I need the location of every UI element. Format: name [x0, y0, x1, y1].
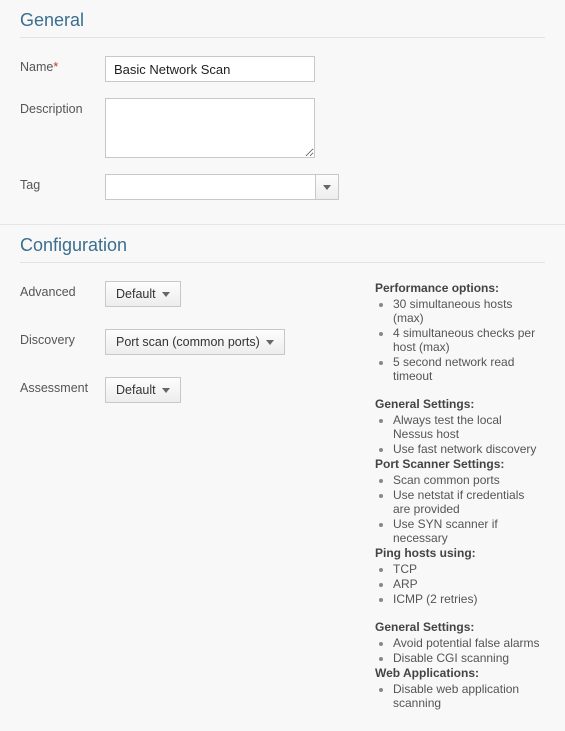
- assessment-row: Assessment Default: [20, 377, 375, 403]
- chevron-down-icon: [323, 185, 331, 190]
- chevron-down-icon: [266, 340, 274, 345]
- description-label: Description: [20, 98, 105, 116]
- configuration-info: Performance options: 30 simultaneous hos…: [375, 281, 545, 711]
- tag-label: Tag: [20, 174, 105, 192]
- advanced-select[interactable]: Default: [105, 281, 181, 307]
- general-settings-heading-2: General Settings:: [375, 620, 545, 634]
- configuration-heading: Configuration: [20, 235, 545, 263]
- tag-input[interactable]: [105, 174, 315, 200]
- list-item: 30 simultaneous hosts (max): [393, 297, 545, 325]
- list-item: 4 simultaneous checks per host (max): [393, 326, 545, 354]
- list-item: Avoid potential false alarms: [393, 636, 545, 650]
- discovery-select[interactable]: Port scan (common ports): [105, 329, 285, 355]
- ping-hosts-heading: Ping hosts using:: [375, 546, 545, 560]
- general-section: General Name* Description Tag: [0, 0, 565, 220]
- advanced-label: Advanced: [20, 281, 105, 299]
- description-row: Description: [20, 98, 545, 158]
- assessment-select[interactable]: Default: [105, 377, 181, 403]
- list-item: Always test the local Nessus host: [393, 413, 545, 441]
- performance-heading: Performance options:: [375, 281, 545, 295]
- discovery-label: Discovery: [20, 329, 105, 347]
- assessment-select-value: Default: [116, 383, 156, 397]
- general-settings-block-1: General Settings: Always test the local …: [375, 397, 545, 456]
- general-settings-block-2: General Settings: Avoid potential false …: [375, 620, 545, 665]
- list-item: Disable web application scanning: [393, 682, 545, 710]
- web-applications-block: Web Applications: Disable web applicatio…: [375, 666, 545, 710]
- configuration-section: Configuration Advanced Default Discovery…: [0, 224, 565, 731]
- port-scanner-list: Scan common ports Use netstat if credent…: [375, 473, 545, 545]
- web-applications-list: Disable web application scanning: [375, 682, 545, 710]
- list-item: 5 second network read timeout: [393, 355, 545, 383]
- advanced-select-value: Default: [116, 287, 156, 301]
- chevron-down-icon: [162, 292, 170, 297]
- performance-options-block: Performance options: 30 simultaneous hos…: [375, 281, 545, 383]
- list-item: Disable CGI scanning: [393, 651, 545, 665]
- ping-hosts-block: Ping hosts using: TCP ARP ICMP (2 retrie…: [375, 546, 545, 606]
- name-row: Name*: [20, 56, 545, 82]
- list-item: TCP: [393, 562, 545, 576]
- discovery-select-value: Port scan (common ports): [116, 335, 260, 349]
- port-scanner-heading: Port Scanner Settings:: [375, 457, 545, 471]
- performance-list: 30 simultaneous hosts (max) 4 simultaneo…: [375, 297, 545, 383]
- general-settings-heading-1: General Settings:: [375, 397, 545, 411]
- general-settings-list-2: Avoid potential false alarms Disable CGI…: [375, 636, 545, 665]
- tag-select[interactable]: [105, 174, 339, 200]
- general-settings-list-1: Always test the local Nessus host Use fa…: [375, 413, 545, 456]
- list-item: Use netstat if credentials are provided: [393, 488, 545, 516]
- discovery-row: Discovery Port scan (common ports): [20, 329, 375, 355]
- list-item: Scan common ports: [393, 473, 545, 487]
- general-heading: General: [20, 10, 545, 38]
- list-item: Use SYN scanner if necessary: [393, 517, 545, 545]
- ping-hosts-list: TCP ARP ICMP (2 retries): [375, 562, 545, 606]
- port-scanner-block: Port Scanner Settings: Scan common ports…: [375, 457, 545, 545]
- name-label: Name*: [20, 56, 105, 74]
- list-item: Use fast network discovery: [393, 442, 545, 456]
- chevron-down-icon: [162, 388, 170, 393]
- tag-row: Tag: [20, 174, 545, 200]
- advanced-row: Advanced Default: [20, 281, 375, 307]
- configuration-controls: Advanced Default Discovery Port scan (co…: [20, 281, 375, 425]
- list-item: ICMP (2 retries): [393, 592, 545, 606]
- tag-dropdown-button[interactable]: [315, 174, 339, 200]
- list-item: ARP: [393, 577, 545, 591]
- name-input[interactable]: [105, 56, 315, 82]
- assessment-label: Assessment: [20, 377, 105, 395]
- description-input[interactable]: [105, 98, 315, 158]
- web-applications-heading: Web Applications:: [375, 666, 545, 680]
